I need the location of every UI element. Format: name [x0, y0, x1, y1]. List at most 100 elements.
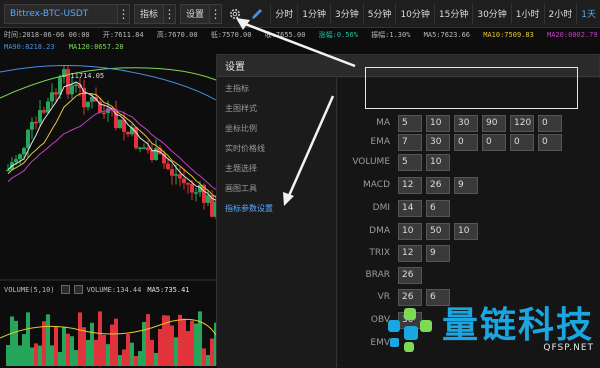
volume-bar: [42, 321, 46, 366]
volume-bar: [30, 347, 34, 366]
param-name: TRIX: [369, 248, 390, 258]
settings-menu-item[interactable]: 实时价格线: [217, 138, 336, 158]
param-name: EMA: [370, 137, 390, 147]
param-row: BRAR 26: [338, 266, 426, 284]
volume-bar: [62, 326, 66, 366]
param-input[interactable]: 50: [426, 222, 450, 240]
param-input[interactable]: 9: [426, 244, 450, 262]
param-name: DMA: [369, 226, 390, 236]
max-price-label: ← 11714.05: [62, 72, 105, 80]
param-input[interactable]: 5: [398, 114, 422, 132]
param-row: DMA 10 50 10: [338, 222, 482, 240]
volume-settings-icon[interactable]: [60, 285, 70, 294]
param-row: DMI 14 6: [338, 199, 454, 217]
param-input[interactable]: 30: [454, 114, 478, 132]
market-selector[interactable]: Bittrex-BTC-USDT: [4, 3, 118, 24]
candle-body: [22, 148, 26, 155]
volume-bar: [206, 355, 210, 366]
volume-bar: [142, 321, 146, 366]
period-tab[interactable]: 1天: [576, 3, 600, 24]
param-input[interactable]: 14: [398, 199, 422, 217]
settings-menu-item[interactable]: 主指标: [217, 78, 336, 98]
gear-icon[interactable]: [225, 4, 244, 24]
settings-menu-item[interactable]: 主图样式: [217, 98, 336, 118]
candle-body: [174, 174, 178, 176]
candle-body: [6, 169, 10, 172]
volume-bar: [18, 345, 22, 366]
param-input[interactable]: 12: [398, 176, 422, 194]
info-open: 开:7611.84: [102, 31, 144, 39]
candle-body: [30, 121, 34, 130]
param-input[interactable]: 26: [426, 176, 450, 194]
volume-close-icon[interactable]: [73, 285, 83, 294]
market-menu-icon[interactable]: ⋮: [118, 3, 130, 24]
param-input[interactable]: 90: [482, 114, 506, 132]
param-input[interactable]: 6: [426, 288, 450, 306]
volume-bar: [194, 323, 198, 366]
param-name: BRAR: [365, 270, 390, 280]
volume-bar: [138, 351, 142, 366]
volume-bar: [178, 314, 182, 366]
period-tab[interactable]: 3分钟: [329, 3, 363, 24]
period-tab[interactable]: 2小时: [543, 3, 577, 24]
settings-menu: 主指标 主图样式 坐标比例 实时价格线 主题选择 画图工具 指标参数设置: [217, 78, 337, 368]
param-input[interactable]: 10: [398, 222, 422, 240]
volume-bar: [82, 327, 86, 366]
indicator-menu-icon[interactable]: ⋮: [164, 3, 177, 24]
indicator-button[interactable]: 指标: [134, 3, 165, 24]
settings-menu-item[interactable]: 画图工具: [217, 178, 336, 198]
param-input[interactable]: 9: [454, 176, 478, 194]
period-tab[interactable]: 5分钟: [362, 3, 396, 24]
param-input[interactable]: 6: [426, 199, 450, 217]
volume-bar: [50, 345, 54, 366]
param-input[interactable]: 26: [398, 288, 422, 306]
candle-body: [74, 84, 78, 87]
param-input[interactable]: 7: [398, 133, 422, 151]
settings-button[interactable]: 设置: [180, 3, 211, 24]
param-name: MA: [376, 118, 390, 128]
param-row: VOLUME 5 10: [338, 153, 454, 171]
volume-bar: [78, 312, 82, 366]
info-amplitude: 振幅:1.30%: [371, 31, 411, 39]
period-tab[interactable]: 1分钟: [297, 3, 330, 24]
settings-menu-item[interactable]: 指标参数设置: [217, 198, 336, 218]
candle-body: [142, 147, 146, 149]
param-input[interactable]: 0: [510, 133, 534, 151]
param-input[interactable]: 26: [398, 266, 422, 284]
volume-bar: [190, 320, 194, 366]
param-input[interactable]: 10: [426, 114, 450, 132]
candle-body: [38, 110, 42, 123]
settings-menu-icon[interactable]: ⋮: [210, 3, 223, 24]
volume-bar: [154, 352, 158, 366]
param-input[interactable]: 10: [454, 222, 478, 240]
param-input[interactable]: 12: [398, 244, 422, 262]
param-input[interactable]: 120: [510, 114, 534, 132]
volume-bar: [134, 355, 138, 366]
volume-bar: [122, 349, 126, 366]
param-input[interactable]: 30: [426, 133, 450, 151]
candle-body: [18, 154, 22, 160]
info-low: 低:7570.00: [210, 31, 252, 39]
period-tab[interactable]: 30分钟: [472, 3, 510, 24]
param-input[interactable]: 0: [538, 114, 562, 132]
settings-menu-item[interactable]: 坐标比例: [217, 118, 336, 138]
volume-bar: [182, 318, 186, 366]
candle-body: [34, 121, 38, 124]
param-input[interactable]: 0: [482, 133, 506, 151]
period-tab[interactable]: 1小时: [510, 3, 544, 24]
info-time: 时间:2018-06-06 00:00: [4, 31, 90, 39]
ma-highlight-box: [365, 67, 578, 109]
param-input[interactable]: 0: [454, 133, 478, 151]
period-tab[interactable]: 15分钟: [433, 3, 472, 24]
info-ma20: MA20:0002.79: [547, 31, 598, 39]
param-input[interactable]: 10: [426, 153, 450, 171]
period-tab[interactable]: 分时: [270, 3, 297, 24]
settings-menu-item[interactable]: 主题选择: [217, 158, 336, 178]
period-tab[interactable]: 10分钟: [395, 3, 433, 24]
param-row: EMA 7 30 0 0 0 0: [338, 133, 566, 151]
volume-bar: [34, 343, 38, 366]
param-input[interactable]: 0: [538, 133, 562, 151]
pencil-icon[interactable]: [247, 4, 266, 24]
param-input[interactable]: 5: [398, 153, 422, 171]
volume-bar: [150, 339, 154, 366]
